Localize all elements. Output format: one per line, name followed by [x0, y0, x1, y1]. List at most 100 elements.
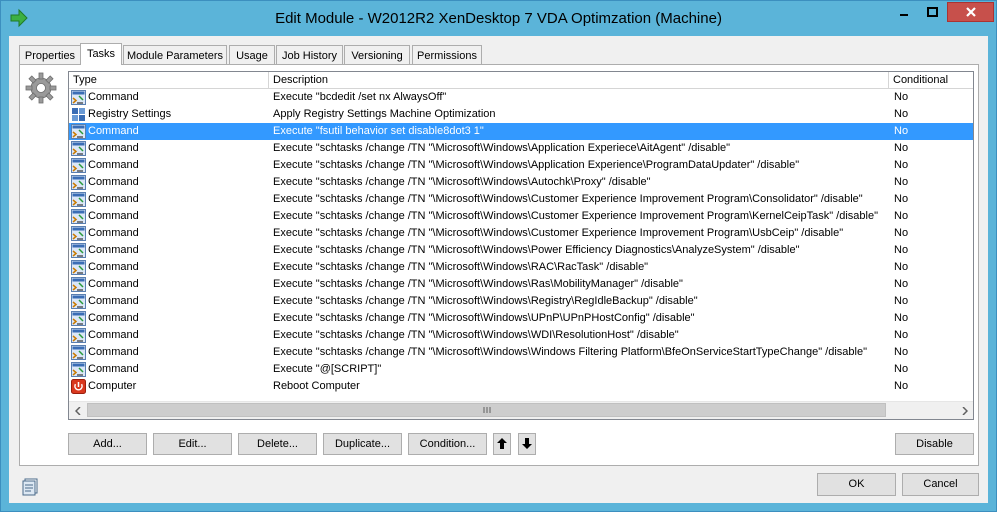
cell-type: Command	[88, 312, 139, 324]
module-properties-icon[interactable]	[21, 478, 39, 496]
cell-description: Execute "schtasks /change /TN "\Microsof…	[273, 142, 731, 154]
condition-button[interactable]: Condition...	[408, 433, 487, 455]
table-row[interactable]: Command Execute "schtasks /change /TN "\M…	[69, 310, 973, 327]
scroll-left-button[interactable]	[69, 402, 86, 419]
table-row[interactable]: Command Execute "schtasks /change /TN "\M…	[69, 327, 973, 344]
cell-type: Command	[88, 278, 139, 290]
scroll-right-button[interactable]	[956, 402, 973, 419]
cell-conditional: No	[894, 176, 909, 188]
delete-button[interactable]: Delete...	[238, 433, 317, 455]
cell-description: Execute "schtasks /change /TN "\Microsof…	[273, 295, 698, 307]
table-row[interactable]: Command Execute "schtasks /change /TN "\M…	[69, 225, 973, 242]
tab-module-parameters[interactable]: Module Parameters	[123, 45, 227, 64]
table-row[interactable]: Command Execute "schtasks /change /TN "\M…	[69, 242, 973, 259]
cell-description: Execute "bcdedit /set nx AlwaysOff"	[273, 91, 447, 103]
table-row[interactable]: Command Execute "fsutil behavior set disa…	[69, 123, 973, 140]
arrow-down-icon	[522, 438, 532, 449]
column-header-conditional[interactable]: Conditional	[889, 72, 973, 88]
title-bar[interactable]: Edit Module - W2012R2 XenDesktop 7 VDA O…	[1, 1, 996, 36]
cell-type: Command	[88, 244, 139, 256]
tasks-panel: Type Description Conditional Command Exec…	[19, 64, 979, 466]
horizontal-scrollbar[interactable]	[69, 401, 973, 419]
table-row[interactable]: Command Execute "schtasks /change /TN "\M…	[69, 174, 973, 191]
cell-conditional: No	[894, 159, 909, 171]
tab-permissions[interactable]: Permissions	[412, 45, 482, 64]
cancel-button[interactable]: Cancel	[902, 473, 979, 496]
tab-tasks[interactable]: Tasks	[80, 43, 122, 65]
tab-properties[interactable]: Properties	[19, 45, 81, 64]
tasks-table: Type Description Conditional Command Exec…	[68, 71, 974, 420]
command-icon	[71, 311, 86, 326]
cell-conditional: No	[894, 193, 909, 205]
cell-description: Execute "schtasks /change /TN "\Microsof…	[273, 346, 867, 358]
cell-description: Execute "schtasks /change /TN "\Microsof…	[273, 278, 683, 290]
move-up-button[interactable]	[493, 433, 511, 455]
table-row[interactable]: Command Execute "schtasks /change /TN "\M…	[69, 208, 973, 225]
cell-type: Computer	[88, 380, 137, 392]
chevron-right-icon	[961, 406, 968, 415]
table-row[interactable]: Command Execute "schtasks /change /TN "\M…	[69, 259, 973, 276]
table-row[interactable]: Command Execute "schtasks /change /TN "\M…	[69, 276, 973, 293]
cell-conditional: No	[894, 295, 909, 307]
cell-description: Execute "schtasks /change /TN "\Microsof…	[273, 329, 679, 341]
command-icon	[71, 175, 86, 190]
add-button[interactable]: Add...	[68, 433, 147, 455]
dialog-client-area: Properties Tasks Module Parameters Usage…	[9, 36, 988, 503]
close-button[interactable]	[947, 2, 994, 22]
command-icon	[71, 294, 86, 309]
cell-description: Execute "@[SCRIPT]"	[273, 363, 382, 375]
disable-button[interactable]: Disable	[895, 433, 974, 455]
table-row[interactable]: Command Execute "schtasks /change /TN "\M…	[69, 293, 973, 310]
maximize-button[interactable]	[919, 2, 945, 22]
registry-settings-icon	[71, 107, 86, 122]
table-row[interactable]: Command Execute "schtasks /change /TN "\M…	[69, 344, 973, 361]
scroll-thumb[interactable]	[87, 403, 886, 417]
cell-description: Execute "schtasks /change /TN "\Microsof…	[273, 312, 695, 324]
cell-conditional: No	[894, 363, 909, 375]
table-row[interactable]: Command Execute "schtasks /change /TN "\M…	[69, 157, 973, 174]
move-down-button[interactable]	[518, 433, 536, 455]
cell-description: Execute "schtasks /change /TN "\Microsof…	[273, 227, 844, 239]
ok-button[interactable]: OK	[817, 473, 896, 496]
command-icon	[71, 124, 86, 139]
command-icon	[71, 90, 86, 105]
cell-conditional: No	[894, 244, 909, 256]
chevron-left-icon	[74, 406, 81, 415]
command-icon	[71, 345, 86, 360]
cell-description: Execute "schtasks /change /TN "\Microsof…	[273, 159, 800, 171]
cell-conditional: No	[894, 346, 909, 358]
minimize-button[interactable]	[891, 2, 917, 22]
cell-description: Execute "schtasks /change /TN "\Microsof…	[273, 176, 651, 188]
table-row[interactable]: Command Execute "schtasks /change /TN "\M…	[69, 191, 973, 208]
cell-conditional: No	[894, 329, 909, 341]
table-row[interactable]: Computer Reboot Computer No	[69, 378, 973, 395]
table-row[interactable]: Command Execute "schtasks /change /TN "\M…	[69, 140, 973, 157]
column-header-type[interactable]: Type	[69, 72, 269, 88]
reboot-computer-icon	[71, 379, 86, 394]
cell-description: Reboot Computer	[273, 380, 360, 392]
minimize-icon	[900, 14, 908, 16]
table-row[interactable]: Command Execute "@[SCRIPT]" No	[69, 361, 973, 378]
table-row[interactable]: Command Execute "bcdedit /set nx AlwaysOf…	[69, 89, 973, 106]
tab-usage[interactable]: Usage	[229, 45, 275, 64]
command-icon	[71, 209, 86, 224]
cell-description: Apply Registry Settings Machine Optimiza…	[273, 108, 496, 120]
cell-description: Execute "schtasks /change /TN "\Microsof…	[273, 244, 800, 256]
table-row[interactable]: Registry Settings Apply Registry Settings…	[69, 106, 973, 123]
gear-icon	[25, 72, 57, 104]
command-icon	[71, 158, 86, 173]
tab-versioning[interactable]: Versioning	[344, 45, 410, 64]
cell-type: Command	[88, 227, 139, 239]
cell-type: Command	[88, 363, 139, 375]
command-icon	[71, 277, 86, 292]
cell-conditional: No	[894, 108, 909, 120]
cell-conditional: No	[894, 91, 909, 103]
column-header-description[interactable]: Description	[269, 72, 889, 88]
cell-description: Execute "schtasks /change /TN "\Microsof…	[273, 193, 863, 205]
cell-type: Command	[88, 346, 139, 358]
cell-type: Command	[88, 210, 139, 222]
edit-button[interactable]: Edit...	[153, 433, 232, 455]
cell-conditional: No	[894, 125, 909, 137]
duplicate-button[interactable]: Duplicate...	[323, 433, 402, 455]
tab-job-history[interactable]: Job History	[276, 45, 343, 64]
